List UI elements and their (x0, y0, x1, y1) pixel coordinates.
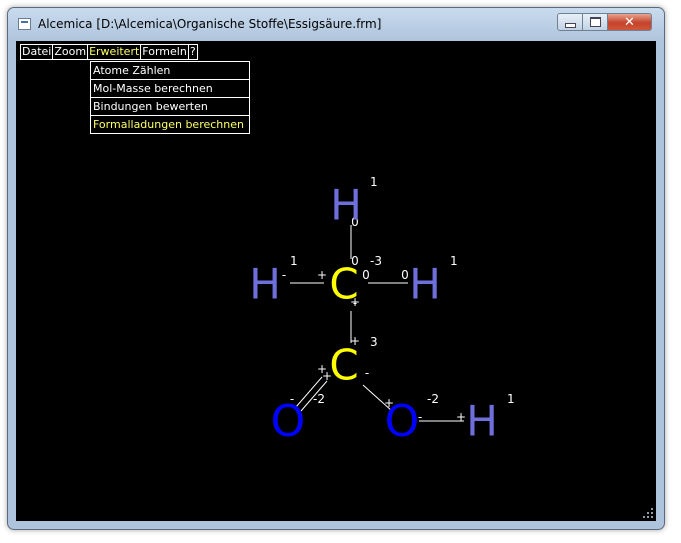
formal-charge-label: -2 (313, 392, 325, 406)
menu-datei[interactable]: Datei (20, 44, 54, 60)
minimize-icon (564, 22, 576, 28)
menu-item-atome-zaehlen[interactable]: Atome Zählen (91, 62, 249, 80)
atom-h[interactable]: H (409, 260, 441, 309)
window-title: Alcemica [D:\Alcemica\Organische Stoffe\… (38, 17, 382, 31)
formal-charge-label: 1 (450, 254, 458, 268)
menu-zoom[interactable]: Zoom (52, 44, 89, 60)
close-icon: ✕ (624, 14, 635, 30)
app-icon[interactable] (18, 18, 31, 30)
atom-o[interactable]: O (271, 396, 306, 447)
menu-item-mol-masse[interactable]: Mol-Masse berechnen (91, 80, 249, 98)
menu-formeln[interactable]: Formeln (140, 44, 189, 60)
atom-h[interactable]: H (249, 260, 281, 309)
atom-h[interactable]: H (330, 181, 362, 230)
formal-charge-label: 1 (370, 175, 378, 189)
maximize-button[interactable] (582, 13, 608, 31)
bond-mark: + (456, 410, 466, 424)
formal-charge-label: 3 (370, 335, 378, 349)
maximize-icon (589, 17, 601, 27)
menu-help[interactable]: ? (187, 44, 198, 60)
atom-o[interactable]: O (385, 396, 420, 447)
menu-erweitert[interactable]: Erweitert (87, 44, 142, 60)
app-window: Alcemica [D:\Alcemica\Organische Stoffe\… (7, 7, 665, 530)
resize-grip-icon[interactable] (642, 507, 654, 519)
formal-charge-label: 1 (507, 392, 515, 406)
menu-item-bindungen-bewerten[interactable]: Bindungen bewerten (91, 98, 249, 116)
menu-item-formalladungen[interactable]: Formalladungen berechnen (91, 116, 249, 134)
erweitert-dropdown: Atome Zählen Mol-Masse berechnen Bindung… (90, 61, 250, 134)
menu-bar: Datei Zoom Erweitert Formeln ? (20, 44, 198, 60)
drawing-canvas[interactable]: 0 0 + - - +0 0 + + + - - + - + H 1 H 1 C -3 H 1 C 3 O -2 O -2 H 1 Date… (16, 41, 656, 521)
atom-h[interactable]: H (466, 397, 498, 446)
bond-mark: 0 (362, 268, 370, 282)
atom-c[interactable]: C (329, 260, 358, 309)
close-button[interactable]: ✕ (607, 13, 652, 31)
bond-mark: - (282, 268, 286, 282)
atom-c[interactable]: C (329, 341, 358, 390)
bond-mark: - (365, 366, 369, 380)
bond-mark: 0 (401, 268, 409, 282)
formal-charge-label: -3 (370, 254, 382, 268)
bond-mark: + (317, 268, 327, 282)
title-bar[interactable]: Alcemica [D:\Alcemica\Organische Stoffe\… (8, 8, 664, 40)
formal-charge-label: 1 (290, 254, 298, 268)
minimize-button[interactable] (557, 13, 583, 31)
formal-charge-label: -2 (427, 392, 439, 406)
